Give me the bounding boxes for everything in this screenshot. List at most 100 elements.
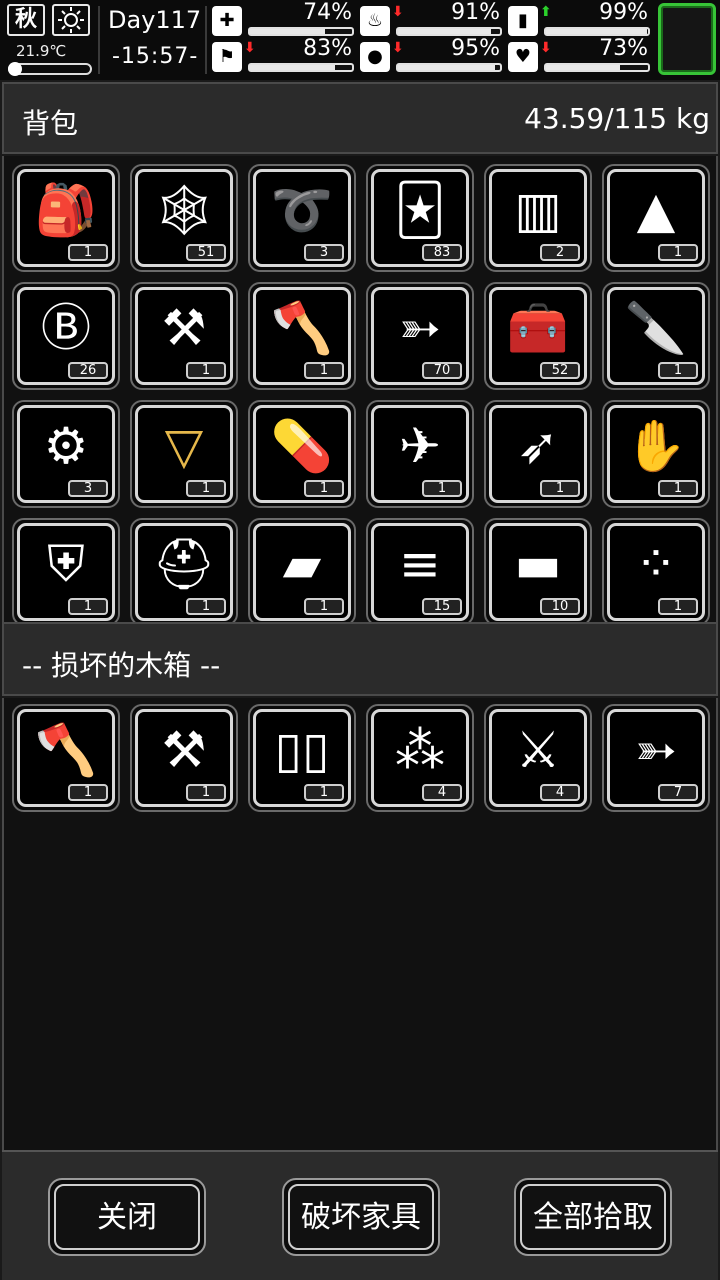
inventory-slot[interactable]: ⚒ 1 <box>130 282 238 390</box>
rope-icon: ➰ <box>270 181 334 239</box>
knife-icon: 🔪 <box>624 299 688 357</box>
item-count: 15 <box>422 598 462 615</box>
slot-frame: ▲ 1 <box>607 169 705 267</box>
item-count: 3 <box>68 480 108 497</box>
inventory-slot[interactable]: ⚙ 3 <box>12 400 120 508</box>
item-count: 7 <box>658 784 698 801</box>
crossbow-icon: ✈ <box>399 417 441 475</box>
stat-mood-value: 73% <box>599 36 648 61</box>
vest-icon: ⛨ <box>47 535 85 593</box>
inventory-slot[interactable]: ✈ 1 <box>366 400 474 508</box>
inventory-slot[interactable]: 🧰 52 <box>484 282 592 390</box>
inventory-slot[interactable]: ✋ 1 <box>602 400 710 508</box>
slot-frame: ⚙ 3 <box>17 405 115 503</box>
slot-frame: ⚒ 1 <box>135 287 233 385</box>
slot-frame: ✈ 1 <box>371 405 469 503</box>
inventory-slot[interactable]: 🪓 1 <box>248 282 356 390</box>
inventory-slot[interactable]: ➳ 70 <box>366 282 474 390</box>
slot-frame: ➰ 3 <box>253 169 351 267</box>
inventory-slot[interactable]: ▲ 1 <box>602 164 710 272</box>
inventory-slot[interactable]: ≡ 15 <box>366 518 474 622</box>
slot-frame: 🕸 51 <box>135 169 233 267</box>
item-count: 1 <box>304 784 344 801</box>
inventory-slot[interactable]: ⚔ 4 <box>484 704 592 812</box>
container-header: -- 损坏的木箱 -- <box>2 622 718 696</box>
inventory-slot[interactable]: 💊 1 <box>248 400 356 508</box>
slot-frame: ⁘ 1 <box>607 523 705 621</box>
arrow-icon: ➳ <box>635 721 677 779</box>
inventory-slot[interactable]: ➶ 1 <box>484 400 592 508</box>
backpack-icon: 🎒 <box>34 181 98 239</box>
axe-icon: 🪓 <box>34 721 98 779</box>
temperature-bar <box>8 62 92 76</box>
inventory-slot[interactable]: ▯▯ 1 <box>248 704 356 812</box>
stat-health-value: 74% <box>303 0 352 25</box>
inventory-slot[interactable]: Ⓑ 26 <box>12 282 120 390</box>
toolbox-icon: 🧰 <box>506 299 570 357</box>
slot-frame: ▰ 1 <box>253 523 351 621</box>
inventory-slot[interactable]: ▽ 1 <box>130 400 238 508</box>
item-count: 4 <box>540 784 580 801</box>
close-button[interactable]: 关闭 <box>48 1178 206 1256</box>
inventory-slot[interactable]: 🕸 51 <box>130 164 238 272</box>
stat-thirst: ● ⬇ 95% <box>360 36 506 74</box>
stat-stamina: ⚑ ⬇ 83% <box>212 36 358 74</box>
inventory-slot[interactable]: 🪓 1 <box>12 704 120 812</box>
item-count: 3 <box>304 244 344 261</box>
stat-hunger-fill <box>398 29 491 34</box>
temperature: 21.9℃ <box>16 42 67 60</box>
bullets-icon: ▯▯ <box>274 721 330 779</box>
backpack-title: 背包 <box>22 107 79 140</box>
equipped-slot[interactable] <box>658 3 716 75</box>
backpack-weight: 43.59/115 kg <box>524 102 710 135</box>
trend-down-icon: ⬇ <box>392 4 404 20</box>
stat-stamina-bar <box>248 63 354 72</box>
slot-frame: ⚒ 1 <box>135 709 233 807</box>
coin-icon: Ⓑ <box>41 299 91 357</box>
inventory-slot[interactable]: ➳ 7 <box>602 704 710 812</box>
seeds-icon: ⁘ <box>635 535 677 593</box>
inventory-slot[interactable]: ⛨ 1 <box>12 518 120 622</box>
inventory-slot[interactable]: ➰ 3 <box>248 164 356 272</box>
inventory-slot[interactable]: 🎒 1 <box>12 164 120 272</box>
slot-frame: ⛨ 1 <box>17 523 115 621</box>
container-grid[interactable]: 🪓 1 ⚒ 1 ▯▯ 1 ⁂ 4 ⚔ 4 ➳ 7 <box>2 698 718 1150</box>
slot-frame: ▯▯ 1 <box>253 709 351 807</box>
sun-icon <box>52 4 90 36</box>
backpack-header: 背包 43.59/115 kg <box>2 82 718 154</box>
item-count: 1 <box>68 244 108 261</box>
inventory-slot[interactable]: 🃏 83 <box>366 164 474 272</box>
slot-frame: ▬ 10 <box>489 523 587 621</box>
logs-icon: ≡ <box>399 535 441 593</box>
inventory-slot[interactable]: 🔪 1 <box>602 282 710 390</box>
backpack-grid[interactable]: 🎒 1 🕸 51 ➰ 3 🃏 83 ▥ 2 ▲ 1 Ⓑ 26 ⚒ 1 🪓 1 ➳ 70 🧰 52 🔪 1 ⚙ 3 ▽ 1 💊 1 ✈ 1 ➶ 1 ✋… <box>2 156 718 622</box>
slot-frame: ▥ 2 <box>489 169 587 267</box>
destroy-furniture-button[interactable]: 破坏家具 <box>282 1178 440 1256</box>
inventory-slot[interactable]: ▰ 1 <box>248 518 356 622</box>
item-count: 1 <box>422 480 462 497</box>
item-count: 1 <box>658 362 698 379</box>
container-title: -- 损坏的木箱 -- <box>22 649 221 682</box>
stat-mood: ♥ ⬇ 73% <box>508 36 654 74</box>
item-count: 1 <box>186 784 226 801</box>
item-count: 4 <box>422 784 462 801</box>
slot-frame: ▽ 1 <box>135 405 233 503</box>
inventory-slot[interactable]: ⁘ 1 <box>602 518 710 622</box>
stat-energy-bar <box>544 27 650 36</box>
medkit-icon: ✚ <box>212 6 242 36</box>
inventory-slot[interactable]: ⚒ 1 <box>130 704 238 812</box>
inventory-slot[interactable]: ⁂ 4 <box>366 704 474 812</box>
slot-frame: ➶ 1 <box>489 405 587 503</box>
item-count: 10 <box>540 598 580 615</box>
item-count: 1 <box>186 480 226 497</box>
inventory-slot[interactable]: ▥ 2 <box>484 164 592 272</box>
item-count: 2 <box>540 244 580 261</box>
stat-health: ✚ 74% <box>212 0 358 38</box>
thermometer-icon <box>8 62 22 76</box>
stat-mood-fill <box>546 65 621 70</box>
inventory-slot[interactable]: ▬ 10 <box>484 518 592 622</box>
stat-hunger: ♨ ⬇ 91% <box>360 0 506 38</box>
take-all-button[interactable]: 全部拾取 <box>514 1178 672 1256</box>
slot-frame: ➳ 70 <box>371 287 469 385</box>
inventory-slot[interactable]: ⛑ 1 <box>130 518 238 622</box>
